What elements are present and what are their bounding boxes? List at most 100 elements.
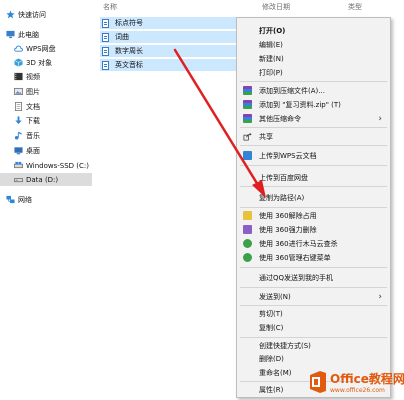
menu-item-label: 上传到WPS云文档 xyxy=(259,151,317,160)
nav-label: 音乐 xyxy=(26,131,40,140)
menu-item-label: 剪切(T) xyxy=(259,309,283,318)
file-row[interactable]: 数字周长 xyxy=(100,45,250,57)
menu-item-qq-send[interactable]: 通过QQ发送到我的手机 xyxy=(237,271,390,284)
file-name: 数字周长 xyxy=(115,47,143,55)
nav-label: 图片 xyxy=(26,87,40,96)
file-row[interactable]: 英文音标 xyxy=(100,59,250,71)
nav-item-drive-c[interactable]: Windows-SSD (C:) xyxy=(0,159,92,172)
menu-item-label: 添加到压缩文件(A)... xyxy=(259,86,325,95)
picture-icon xyxy=(14,87,23,96)
document-icon xyxy=(102,18,109,28)
chevron-right-icon: › xyxy=(378,113,382,124)
menu-item-cut[interactable]: 剪切(T) xyxy=(237,307,390,320)
menu-item-label: 上传到百度网盘 xyxy=(259,173,308,182)
menu-separator xyxy=(240,207,387,208)
column-header-type[interactable]: 类型 xyxy=(348,2,362,12)
menu-item-label: 复制(C) xyxy=(259,323,284,332)
cloud-icon xyxy=(14,44,23,53)
menu-item-360-delete[interactable]: 使用 360强力删除 xyxy=(237,223,390,236)
menu-item-delete[interactable]: 删除(D) xyxy=(237,352,390,365)
menu-item-label: 使用 360进行木马云查杀 xyxy=(259,239,338,248)
share-icon xyxy=(243,132,252,141)
menu-item-new[interactable]: 新建(N) xyxy=(237,52,390,65)
360-scan-icon xyxy=(243,239,252,248)
menu-item-label: 使用 360强力删除 xyxy=(259,225,317,234)
nav-item-desktop[interactable]: 桌面 xyxy=(0,144,92,157)
document-icon xyxy=(102,46,109,56)
menu-item-label: 属性(R) xyxy=(259,385,284,394)
menu-item-copy-as-path[interactable]: 复制为路径(A) xyxy=(237,191,390,204)
computer-icon xyxy=(6,30,15,39)
menu-separator xyxy=(240,305,387,306)
chevron-right-icon: › xyxy=(378,291,382,302)
nav-label: 桌面 xyxy=(26,146,40,155)
menu-item-label: 编辑(E) xyxy=(259,40,283,49)
nav-label: Data (D:) xyxy=(26,175,59,184)
menu-separator xyxy=(240,337,387,338)
menu-item-label: 新建(N) xyxy=(259,54,284,63)
menu-separator xyxy=(240,127,387,128)
navigation-pane: 快速访问 此电脑 WPS网盘 3D 对象 视频 图片 文档 下载 音乐 桌面 W… xyxy=(0,0,92,400)
column-header-modified[interactable]: 修改日期 xyxy=(262,2,290,12)
menu-item-label: 使用 360管理右键菜单 xyxy=(259,253,331,262)
menu-item-other-compress[interactable]: 其他压缩命令 › xyxy=(237,112,390,125)
menu-item-360-menu[interactable]: 使用 360管理右键菜单 xyxy=(237,251,390,264)
menu-item-label: 创建快捷方式(S) xyxy=(259,341,311,350)
nav-item-pictures[interactable]: 图片 xyxy=(0,85,92,98)
video-icon xyxy=(14,72,23,81)
menu-item-label: 添加到 "复习资料.zip" (T) xyxy=(259,100,341,109)
360-unlock-icon xyxy=(243,211,252,220)
nav-item-videos[interactable]: 视频 xyxy=(0,70,92,83)
menu-item-add-to-zip[interactable]: 添加到 "复习资料.zip" (T) xyxy=(237,98,390,111)
menu-item-label: 共享 xyxy=(259,132,273,141)
nav-item-drive-d[interactable]: Data (D:) xyxy=(0,173,92,186)
menu-item-label: 其他压缩命令 xyxy=(259,114,301,123)
watermark-url: www.office26.com xyxy=(330,387,385,394)
menu-item-label: 通过QQ发送到我的手机 xyxy=(259,273,334,282)
360-delete-icon xyxy=(243,225,252,234)
document-icon xyxy=(102,60,109,70)
menu-item-open[interactable]: 打开(O) xyxy=(237,24,390,37)
menu-item-upload-wps[interactable]: 上传到WPS云文档 xyxy=(237,149,390,162)
nav-item-downloads[interactable]: 下载 xyxy=(0,114,92,127)
menu-item-label: 打印(P) xyxy=(259,68,283,77)
menu-item-copy[interactable]: 复制(C) xyxy=(237,321,390,334)
menu-item-print[interactable]: 打印(P) xyxy=(237,66,390,79)
nav-label: 网络 xyxy=(18,195,32,204)
menu-item-add-to-archive[interactable]: 添加到压缩文件(A)... xyxy=(237,84,390,97)
nav-item-this-pc[interactable]: 此电脑 xyxy=(0,28,92,41)
nav-label: 视频 xyxy=(26,72,40,81)
menu-separator xyxy=(240,165,387,166)
menu-item-create-shortcut[interactable]: 创建快捷方式(S) xyxy=(237,339,390,352)
nav-label: 3D 对象 xyxy=(26,58,53,67)
menu-item-360-scan[interactable]: 使用 360进行木马云查杀 xyxy=(237,237,390,250)
nav-label: 文档 xyxy=(26,102,40,111)
nav-item-network[interactable]: 网络 xyxy=(0,193,92,206)
file-row[interactable]: 标点符号 xyxy=(100,17,250,29)
nav-item-wps-drive[interactable]: WPS网盘 xyxy=(0,42,92,55)
menu-item-upload-baidu[interactable]: 上传到百度网盘 xyxy=(237,171,390,184)
nav-label: 下载 xyxy=(26,116,40,125)
watermark-title: Office教程网 xyxy=(330,372,404,386)
menu-item-360-unlock[interactable]: 使用 360解除占用 xyxy=(237,209,390,222)
menu-item-label: 重命名(M) xyxy=(259,368,292,377)
winrar-icon xyxy=(243,100,252,109)
winrar-icon xyxy=(243,114,252,123)
menu-item-label: 发送到(N) xyxy=(259,292,291,301)
nav-item-quick-access[interactable]: 快速访问 xyxy=(0,8,92,21)
menu-item-share[interactable]: 共享 xyxy=(237,130,390,143)
nav-item-3d-objects[interactable]: 3D 对象 xyxy=(0,56,92,69)
menu-item-edit[interactable]: 编辑(E) xyxy=(237,38,390,51)
menu-item-send-to[interactable]: 发送到(N) › xyxy=(237,290,390,303)
file-row[interactable]: 词曲 xyxy=(100,31,250,43)
nav-item-music[interactable]: 音乐 xyxy=(0,129,92,142)
column-header-name[interactable]: 名称 xyxy=(103,2,117,12)
winrar-icon xyxy=(243,86,252,95)
menu-separator xyxy=(240,287,387,288)
drive-icon xyxy=(14,175,23,184)
document-icon xyxy=(102,32,109,42)
nav-label: 快速访问 xyxy=(18,10,46,19)
file-name: 英文音标 xyxy=(115,61,143,69)
download-icon xyxy=(14,116,23,125)
nav-item-documents[interactable]: 文档 xyxy=(0,100,92,113)
